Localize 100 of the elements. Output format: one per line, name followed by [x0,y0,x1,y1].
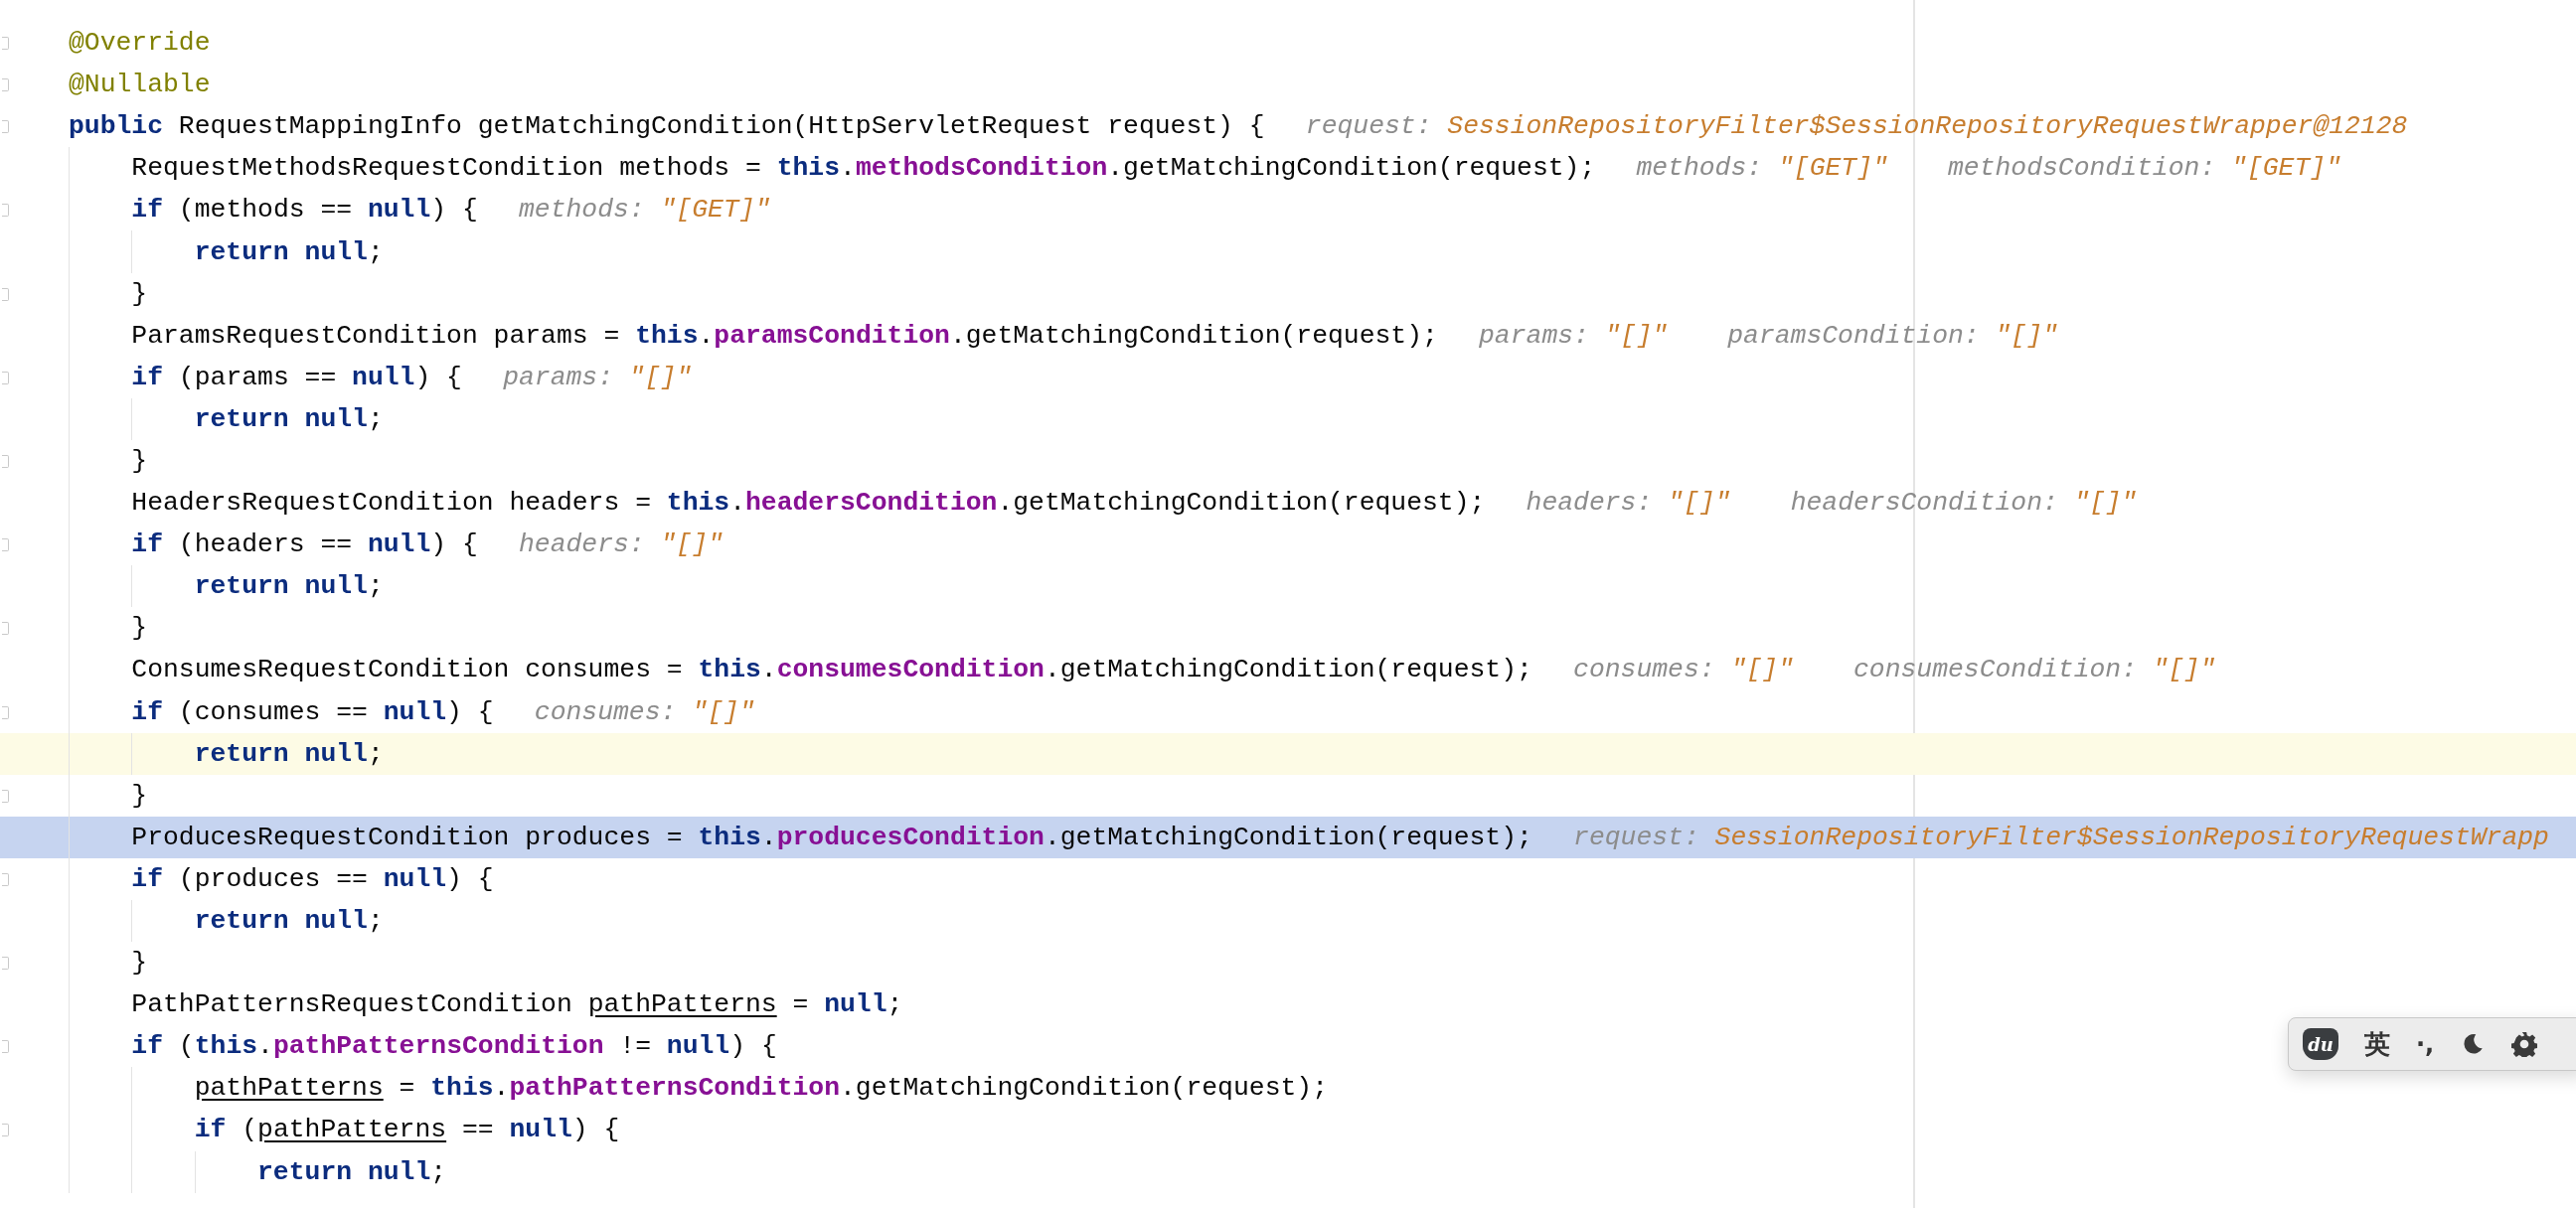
code-keyword: return null [194,571,368,602]
inline-debug-value: methods: "[GET]" [1636,153,1888,184]
code-text: ; [430,1156,447,1187]
inline-debug-value: paramsCondition: "[]" [1727,320,2058,351]
code-annotation: @Nullable [69,70,211,100]
code-field: paramsCondition [714,320,950,351]
fold-marker-icon[interactable] [2,78,9,92]
code-text: ) { [414,362,462,392]
code-keyword: this [666,488,730,519]
code-text: ; [367,906,384,936]
code-variable: pathPatterns [257,1115,447,1145]
code-text: = [398,1073,416,1104]
code-keyword: null [666,1031,730,1062]
code-keyword: return null [257,1156,431,1187]
code-text: .getMatchingCondition(request); [949,320,1438,351]
code-text: . [729,488,745,519]
fold-marker-icon[interactable] [2,789,9,803]
code-text: . [760,822,777,852]
code-text: .getMatchingCondition(request); [840,1073,1328,1104]
code-keyword: null [383,863,447,894]
code-field: pathPatternsCondition [272,1031,604,1062]
code-text: ; [367,236,384,267]
code-text: ParamsRequestCondition params = [131,320,621,351]
fold-marker-icon[interactable] [2,454,9,468]
fold-marker-icon[interactable] [2,622,9,636]
code-text: (consumes == [177,696,369,727]
code-field: consumesCondition [776,655,1045,685]
code-field: pathPatternsCondition [509,1073,841,1104]
inline-debug-value: methodsCondition: "[GET]" [1948,153,2341,184]
code-text: ; [367,403,384,434]
code-text: == [460,1115,495,1145]
code-text: ) { [729,1031,777,1062]
language-mode-toggle[interactable]: 英 [2364,1026,2390,1062]
code-text: . [760,655,777,685]
code-text: ) { [571,1115,620,1145]
fold-marker-icon[interactable] [2,120,9,134]
code-text: .getMatchingCondition(request); [1044,822,1532,852]
code-keyword: return null [194,236,368,267]
code-keyword: if [131,696,164,727]
fold-marker-icon[interactable] [2,957,9,971]
fold-marker-icon[interactable] [2,872,9,886]
code-text: . [257,1031,273,1062]
code-field: headersCondition [745,488,998,519]
code-keyword: this [698,822,761,852]
code-text: ) { [430,529,478,560]
inline-debug-value: headersCondition: "[]" [1790,488,2138,519]
settings-icon[interactable] [2511,1031,2538,1057]
code-annotation: @Override [69,28,211,59]
inline-debug-value: consumes: "[]" [1573,655,1794,685]
punctuation-toggle[interactable]: ·, [2416,1030,2435,1058]
code-text: (params == [177,362,338,392]
code-text: ; [367,571,384,602]
code-keyword: null [367,529,431,560]
fold-marker-icon[interactable] [2,705,9,719]
inline-debug-value: headers: "[]" [518,529,724,560]
code-keyword: if [131,195,164,226]
code-text: RequestMethodsRequestCondition methods = [131,153,762,184]
code-keyword: null [383,696,447,727]
code-keyword: this [776,153,841,184]
fold-marker-icon[interactable] [2,371,9,384]
fold-marker-icon[interactable] [2,1040,9,1054]
code-keyword: this [635,320,699,351]
code-keyword: if [131,362,164,392]
code-text: .getMatchingCondition(request); [1107,153,1596,184]
code-text: . [493,1073,510,1104]
fold-marker-icon[interactable] [2,538,9,552]
code-text: .getMatchingCondition(request); [1044,655,1532,685]
code-text: ( [241,1115,258,1145]
inline-debug-value: params: "[]" [503,362,693,392]
fold-marker-icon[interactable] [2,37,9,50]
code-keyword: if [194,1115,227,1145]
code-text: ProducesRequestCondition produces = [131,822,684,852]
code-keyword: return null [194,906,368,936]
code-variable: pathPatterns [587,989,777,1020]
fold-marker-icon[interactable] [2,204,9,218]
inline-debug-value: params: "[]" [1479,320,1669,351]
code-keyword: null [352,362,415,392]
code-keyword: if [131,863,164,894]
fold-marker-icon[interactable] [2,287,9,301]
input-method-logo[interactable]: du [2303,1028,2338,1060]
inline-debug-value: request: SessionRepositoryFilter$SessionRepositoryRequestWrapper@12128 [1305,111,2408,142]
code-text: = [791,989,810,1020]
code-text: RequestMappingInfo getMatchingCondition(HttpServletRequest request) { [177,111,1265,142]
code-keyword: return null [194,403,368,434]
code-text: ) { [430,195,478,226]
code-keyword: null [509,1115,572,1145]
code-keyword: if [131,529,164,560]
code-text: } [131,446,148,476]
code-keyword: return null [194,738,368,769]
code-text: } [131,948,148,979]
inline-debug-value: consumes: "[]" [534,696,755,727]
code-text: ( [177,1031,195,1062]
code-text: ) { [446,696,494,727]
inline-debug-value: consumesCondition: "[]" [1852,655,2216,685]
code-field: methodsCondition [855,153,1108,184]
inline-debug-value: request: SessionRepositoryFilter$SessionRepositoryRequestWrapp [1573,822,2549,852]
code-text: ; [886,989,903,1020]
code-text: } [131,278,148,309]
code-keyword: if [131,1031,164,1062]
fold-marker-icon[interactable] [2,1124,9,1137]
